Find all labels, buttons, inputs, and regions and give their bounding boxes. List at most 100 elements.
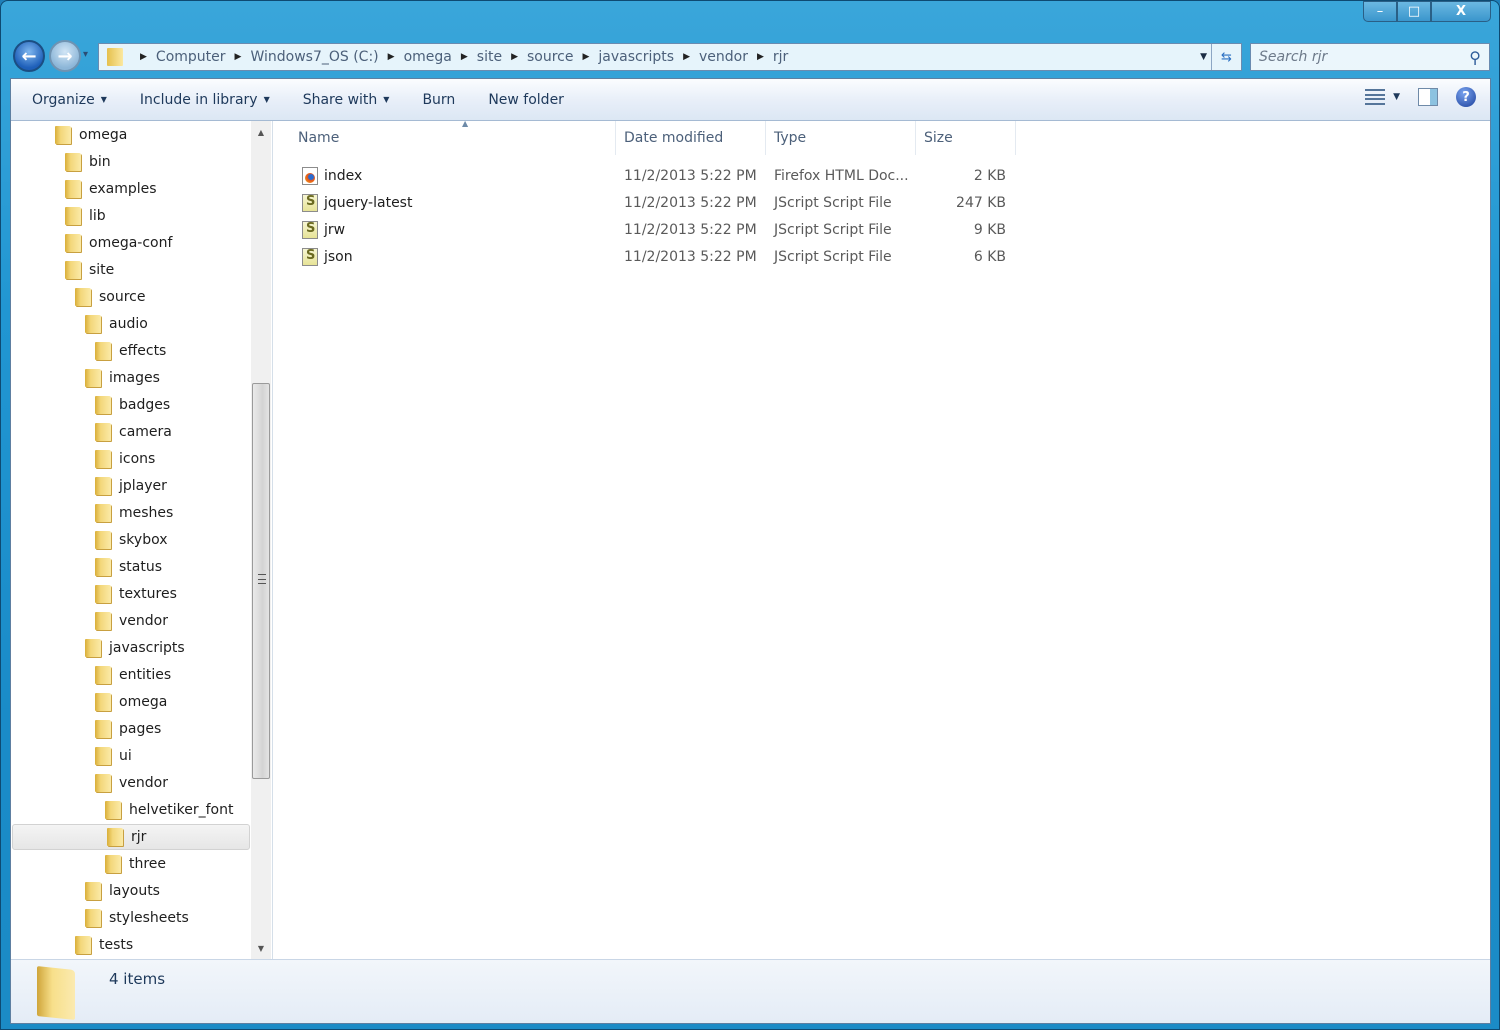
include-in-library-button[interactable]: Include in library ▼ [128, 85, 282, 115]
search-icon[interactable]: ⚲ [1469, 48, 1481, 67]
file-date: 11/2/2013 5:22 PM [624, 168, 757, 184]
tree-item-stylesheets[interactable]: stylesheets [11, 905, 249, 931]
grip-icon [258, 574, 266, 584]
folder-icon [65, 234, 81, 252]
tree-item-source[interactable]: source [11, 284, 249, 310]
chevron-right-icon[interactable]: ▶ [683, 52, 690, 62]
jscript-file-icon [302, 221, 318, 239]
chevron-right-icon[interactable]: ▶ [757, 52, 764, 62]
tree-item-bin[interactable]: bin [11, 149, 249, 175]
tree-item-label: site [89, 262, 115, 278]
breadcrumb-item[interactable]: omega [404, 49, 452, 65]
column-header-size[interactable]: Size [916, 121, 1016, 155]
tree-item-rjr[interactable]: rjr [12, 824, 250, 850]
tree-item-textures[interactable]: textures [11, 581, 249, 607]
chevron-right-icon[interactable]: ▶ [140, 52, 147, 62]
folder-icon [95, 531, 111, 549]
tree-item-pages[interactable]: pages [11, 716, 249, 742]
tree-item-label: icons [119, 451, 156, 467]
tree-item-three[interactable]: three [11, 851, 249, 877]
tree-item-ui[interactable]: ui [11, 743, 249, 769]
tree-item-omega-conf[interactable]: omega-conf [11, 230, 249, 256]
share-with-button[interactable]: Share with ▼ [291, 85, 402, 115]
column-header-type[interactable]: Type [766, 121, 916, 155]
tree-item-label: skybox [119, 532, 168, 548]
address-bar[interactable]: ▶ Computer ▶ Windows7_OS (C:) ▶ omega ▶ site ▶ so… [98, 43, 1242, 71]
tree-item-examples[interactable]: examples [11, 176, 249, 202]
recent-pages-button[interactable]: ▾ [83, 49, 88, 60]
tree-item-vendor[interactable]: vendor [11, 608, 249, 634]
tree-item-entities[interactable]: entities [11, 662, 249, 688]
breadcrumb-item[interactable]: Windows7_OS (C:) [250, 49, 378, 65]
file-name: jquery-latest [324, 195, 413, 211]
change-view-icon[interactable] [1365, 89, 1386, 105]
tree-item-skybox[interactable]: skybox [11, 527, 249, 553]
breadcrumb-item[interactable]: Computer [156, 49, 226, 65]
refresh-button[interactable]: ⇆ [1211, 44, 1241, 70]
file-row[interactable]: jrw 11/2/2013 5:22 PM JScript Script File 9… [274, 217, 1014, 243]
file-type: JScript Script File [774, 222, 892, 238]
column-header-name[interactable]: Name ▲ [290, 119, 616, 155]
tree-item-label: omega [119, 694, 168, 710]
tree-item-lib[interactable]: lib [11, 203, 249, 229]
tree-item-layouts[interactable]: layouts [11, 878, 249, 904]
chevron-right-icon[interactable]: ▶ [511, 52, 518, 62]
folder-icon [95, 747, 111, 765]
explorer-content: Organize ▼ Include in library ▼ Share with… [10, 78, 1491, 1024]
breadcrumb-item[interactable]: vendor [699, 49, 748, 65]
chevron-right-icon[interactable]: ▶ [235, 52, 242, 62]
scroll-up-icon[interactable]: ▲ [251, 123, 271, 141]
folder-icon [65, 180, 81, 198]
tree-item-vendor[interactable]: vendor [11, 770, 249, 796]
address-dropdown-button[interactable]: ▼ [1200, 52, 1207, 62]
file-row[interactable]: index 11/2/2013 5:22 PM Firefox HTML Doc..… [274, 163, 1014, 189]
tree-item-audio[interactable]: audio [11, 311, 249, 337]
tree-item-label: pages [119, 721, 162, 737]
chevron-right-icon[interactable]: ▶ [461, 52, 468, 62]
tree-item-tests[interactable]: tests [11, 932, 249, 958]
close-button[interactable]: X [1431, 1, 1491, 22]
tree-item-jplayer[interactable]: jplayer [11, 473, 249, 499]
minimize-button[interactable]: – [1363, 1, 1397, 22]
new-folder-button[interactable]: New folder [476, 85, 576, 115]
preview-pane-icon[interactable] [1418, 88, 1438, 106]
file-row[interactable]: jquery-latest 11/2/2013 5:22 PM JScript Sc… [274, 190, 1014, 216]
breadcrumb-item[interactable]: javascripts [598, 49, 674, 65]
organize-button[interactable]: Organize ▼ [20, 85, 119, 115]
tree-item-site[interactable]: site [11, 257, 249, 283]
file-size: 6 KB [973, 249, 1006, 265]
tree-item-label: status [119, 559, 163, 575]
tree-item-icons[interactable]: icons [11, 446, 249, 472]
tree-item-images[interactable]: images [11, 365, 249, 391]
folder-icon [95, 450, 111, 468]
tree-item-meshes[interactable]: meshes [11, 500, 249, 526]
tree-item-status[interactable]: status [11, 554, 249, 580]
chevron-right-icon[interactable]: ▶ [583, 52, 590, 62]
breadcrumb-item[interactable]: rjr [773, 49, 788, 65]
tree-item-javascripts[interactable]: javascripts [11, 635, 249, 661]
tree-item-camera[interactable]: camera [11, 419, 249, 445]
tree-item-omega[interactable]: omega [11, 122, 249, 148]
file-row[interactable]: json 11/2/2013 5:22 PM JScript Script File… [274, 244, 1014, 270]
search-input[interactable]: Search rjr ⚲ [1250, 43, 1490, 71]
tree-item-omega[interactable]: omega [11, 689, 249, 715]
organize-label: Organize [32, 91, 95, 108]
navigation-scrollbar[interactable]: ▲ ▼ [251, 121, 271, 959]
help-icon[interactable]: ? [1456, 87, 1476, 107]
tree-item-helvetiker-font[interactable]: helvetiker_font [11, 797, 249, 823]
column-header-date[interactable]: Date modified [616, 121, 766, 155]
back-button[interactable]: ← [13, 40, 45, 72]
burn-button[interactable]: Burn [410, 85, 467, 115]
folder-icon [85, 639, 101, 657]
breadcrumb-item[interactable]: site [477, 49, 502, 65]
breadcrumb-item[interactable]: source [527, 49, 574, 65]
scroll-down-icon[interactable]: ▼ [251, 939, 271, 957]
tree-item-label: entities [119, 667, 172, 683]
chevron-right-icon[interactable]: ▶ [388, 52, 395, 62]
maximize-button[interactable]: □ [1397, 1, 1431, 22]
tree-item-effects[interactable]: effects [11, 338, 249, 364]
forward-button[interactable]: → [49, 40, 81, 72]
scroll-thumb[interactable] [252, 383, 270, 779]
view-options-dropdown[interactable]: ▼ [1393, 92, 1400, 102]
tree-item-badges[interactable]: badges [11, 392, 249, 418]
